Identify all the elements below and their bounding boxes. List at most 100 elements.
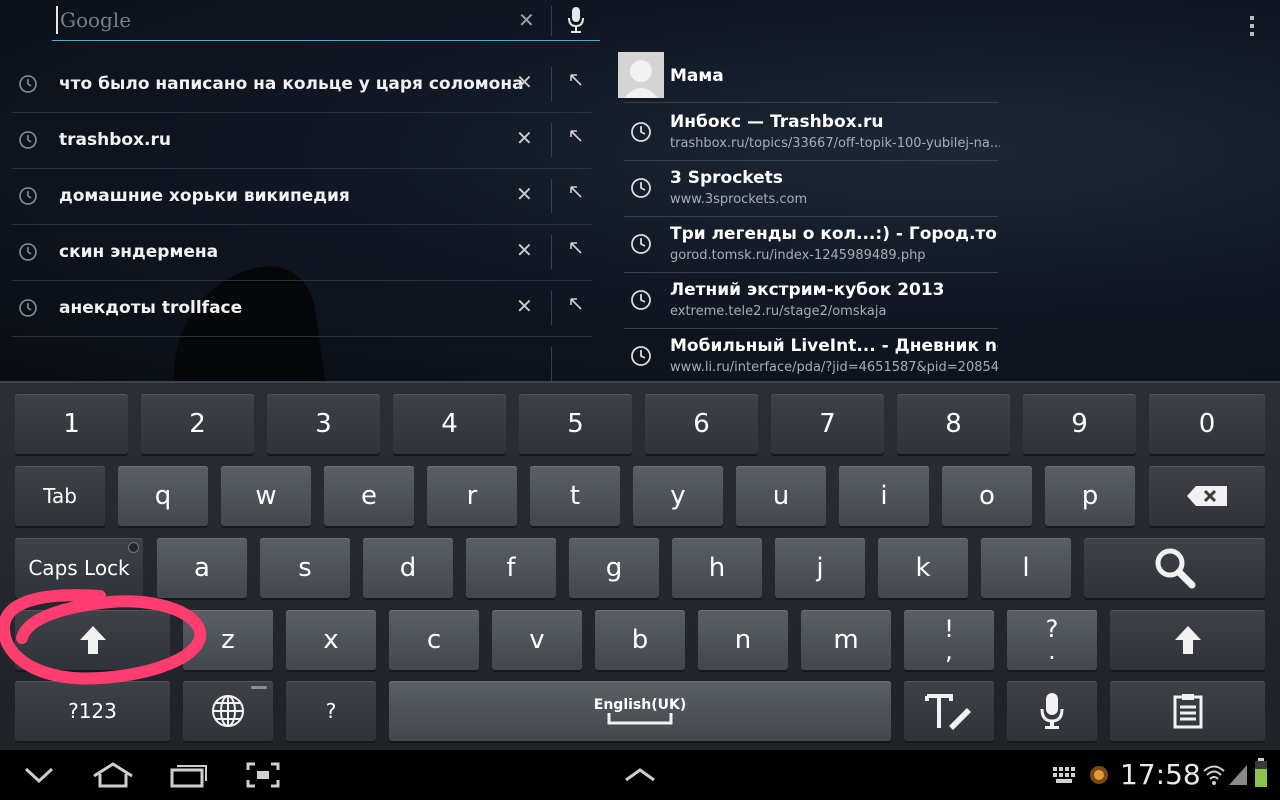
key-x[interactable]: x bbox=[286, 610, 376, 670]
microphone-icon[interactable] bbox=[566, 6, 586, 34]
divider bbox=[551, 291, 552, 325]
history-clock-icon bbox=[631, 178, 651, 198]
suggestion-item[interactable]: скин эндермена ✕ bbox=[12, 225, 592, 281]
key-d[interactable]: d bbox=[363, 538, 453, 598]
history-item[interactable]: 3 Sprockets www.3sprockets.com bbox=[624, 160, 998, 217]
remove-suggestion-icon[interactable]: ✕ bbox=[516, 182, 533, 206]
key-1[interactable]: 1 bbox=[15, 394, 128, 454]
key-question-period[interactable]: ? . bbox=[1007, 610, 1097, 670]
contact-name[interactable]: Мама bbox=[670, 66, 724, 86]
annotation-circle bbox=[0, 589, 207, 685]
key-y[interactable]: y bbox=[633, 466, 723, 526]
clipboard-icon bbox=[1173, 694, 1202, 729]
clipboard-key[interactable] bbox=[1110, 681, 1265, 741]
insert-query-arrow-icon[interactable] bbox=[568, 296, 584, 312]
key-n[interactable]: n bbox=[698, 610, 788, 670]
key-5[interactable]: 5 bbox=[519, 394, 632, 454]
key-u[interactable]: u bbox=[736, 466, 826, 526]
remove-suggestion-icon[interactable]: ✕ bbox=[516, 294, 533, 318]
key-s[interactable]: s bbox=[260, 538, 350, 598]
remove-suggestion-icon[interactable]: ✕ bbox=[516, 70, 533, 94]
key-v[interactable]: v bbox=[492, 610, 582, 670]
search-key[interactable] bbox=[1084, 538, 1265, 598]
caps-lock-indicator bbox=[128, 542, 139, 553]
back-chevron-down-icon[interactable] bbox=[24, 766, 54, 784]
key-q[interactable]: q bbox=[118, 466, 208, 526]
key-t[interactable]: t bbox=[530, 466, 620, 526]
insert-query-arrow-icon[interactable] bbox=[568, 184, 584, 200]
question-key[interactable]: ? bbox=[286, 681, 376, 741]
history-item[interactable]: Летний экстрим-кубок 2013 extreme.tele2.… bbox=[624, 272, 998, 329]
key-l[interactable]: l bbox=[981, 538, 1071, 598]
suggestion-text: домашние хорьки википедия bbox=[59, 186, 350, 206]
suggestion-text: trashbox.ru bbox=[59, 130, 171, 150]
key-k[interactable]: k bbox=[878, 538, 968, 598]
history-clock-icon bbox=[631, 290, 651, 310]
screenshot-icon[interactable] bbox=[246, 762, 280, 788]
clear-icon[interactable]: ✕ bbox=[518, 8, 535, 32]
handwriting-key[interactable] bbox=[904, 681, 994, 741]
key-r[interactable]: r bbox=[427, 466, 517, 526]
history-item[interactable]: Инбокс — Trashbox.ru trashbox.ru/topics/… bbox=[624, 104, 1000, 161]
suggestion-text: что было написано на кольце у царя солом… bbox=[59, 74, 524, 94]
key-c[interactable]: c bbox=[389, 610, 479, 670]
insert-query-arrow-icon[interactable] bbox=[568, 128, 584, 144]
space-key[interactable]: English(UK) bbox=[389, 681, 891, 741]
history-url: extreme.tele2.ru/stage2/omskaja bbox=[670, 304, 887, 319]
key-2[interactable]: 2 bbox=[141, 394, 254, 454]
shift-key-right[interactable] bbox=[1110, 610, 1265, 670]
chevron-up-icon[interactable] bbox=[624, 768, 656, 782]
suggestion-item[interactable]: trashbox.ru ✕ bbox=[12, 113, 592, 169]
history-item[interactable]: Мобильный LiveInt... - Дневник netalla |… bbox=[624, 328, 999, 381]
key-9[interactable]: 9 bbox=[1023, 394, 1136, 454]
history-url: gorod.tomsk.ru/index-1245989489.php bbox=[670, 248, 926, 263]
key-m[interactable]: m bbox=[801, 610, 891, 670]
search-input[interactable] bbox=[56, 6, 502, 34]
home-icon[interactable] bbox=[92, 762, 134, 788]
history-title: Мобильный LiveInt... - Дневник netalla | bbox=[670, 336, 998, 356]
contact-avatar[interactable] bbox=[618, 52, 664, 98]
key-o[interactable]: o bbox=[942, 466, 1032, 526]
keyboard-status-icon bbox=[1053, 767, 1075, 783]
backspace-icon bbox=[1187, 486, 1227, 506]
insert-query-arrow-icon[interactable] bbox=[568, 240, 584, 256]
divider bbox=[551, 123, 552, 157]
key-e[interactable]: e bbox=[324, 466, 414, 526]
key-w[interactable]: w bbox=[221, 466, 311, 526]
insert-query-arrow-icon[interactable] bbox=[568, 72, 584, 88]
key-8[interactable]: 8 bbox=[897, 394, 1010, 454]
key-7[interactable]: 7 bbox=[771, 394, 884, 454]
key-j[interactable]: j bbox=[775, 538, 865, 598]
history-clock-icon bbox=[19, 299, 37, 317]
suggestion-item[interactable]: анекдоты trollface ✕ bbox=[12, 281, 592, 337]
key-h[interactable]: h bbox=[672, 538, 762, 598]
tab-key[interactable]: Tab bbox=[15, 466, 105, 526]
history-clock-icon bbox=[631, 122, 651, 142]
overflow-menu-icon[interactable] bbox=[1246, 16, 1258, 40]
key-exclamation-comma[interactable]: ! , bbox=[904, 610, 994, 670]
suggestion-item-partial[interactable] bbox=[12, 337, 592, 381]
key-i[interactable]: i bbox=[839, 466, 929, 526]
divider bbox=[551, 6, 552, 36]
backspace-key[interactable] bbox=[1149, 466, 1265, 526]
key-f[interactable]: f bbox=[466, 538, 556, 598]
shift-arrow-icon bbox=[1174, 626, 1201, 654]
history-url: www.3sprockets.com bbox=[670, 192, 808, 207]
voice-input-key[interactable] bbox=[1007, 681, 1097, 741]
space-bar-icon bbox=[607, 713, 673, 725]
history-item[interactable]: Три легенды о кол...:) - Город.томск.ру … bbox=[624, 216, 998, 273]
key-6[interactable]: 6 bbox=[645, 394, 758, 454]
key-0[interactable]: 0 bbox=[1149, 394, 1265, 454]
recent-apps-icon[interactable] bbox=[170, 762, 208, 788]
remove-suggestion-icon[interactable]: ✕ bbox=[516, 126, 533, 150]
key-3[interactable]: 3 bbox=[267, 394, 380, 454]
suggestion-item[interactable]: домашние хорьки википедия ✕ bbox=[12, 169, 592, 225]
caps-lock-label: Caps Lock bbox=[28, 556, 130, 580]
suggestion-item[interactable]: что было написано на кольце у царя солом… bbox=[12, 57, 592, 113]
remove-suggestion-icon[interactable]: ✕ bbox=[516, 238, 533, 262]
key-b[interactable]: b bbox=[595, 610, 685, 670]
history-clock-icon bbox=[631, 346, 651, 366]
key-4[interactable]: 4 bbox=[393, 394, 506, 454]
key-g[interactable]: g bbox=[569, 538, 659, 598]
key-p[interactable]: p bbox=[1045, 466, 1135, 526]
